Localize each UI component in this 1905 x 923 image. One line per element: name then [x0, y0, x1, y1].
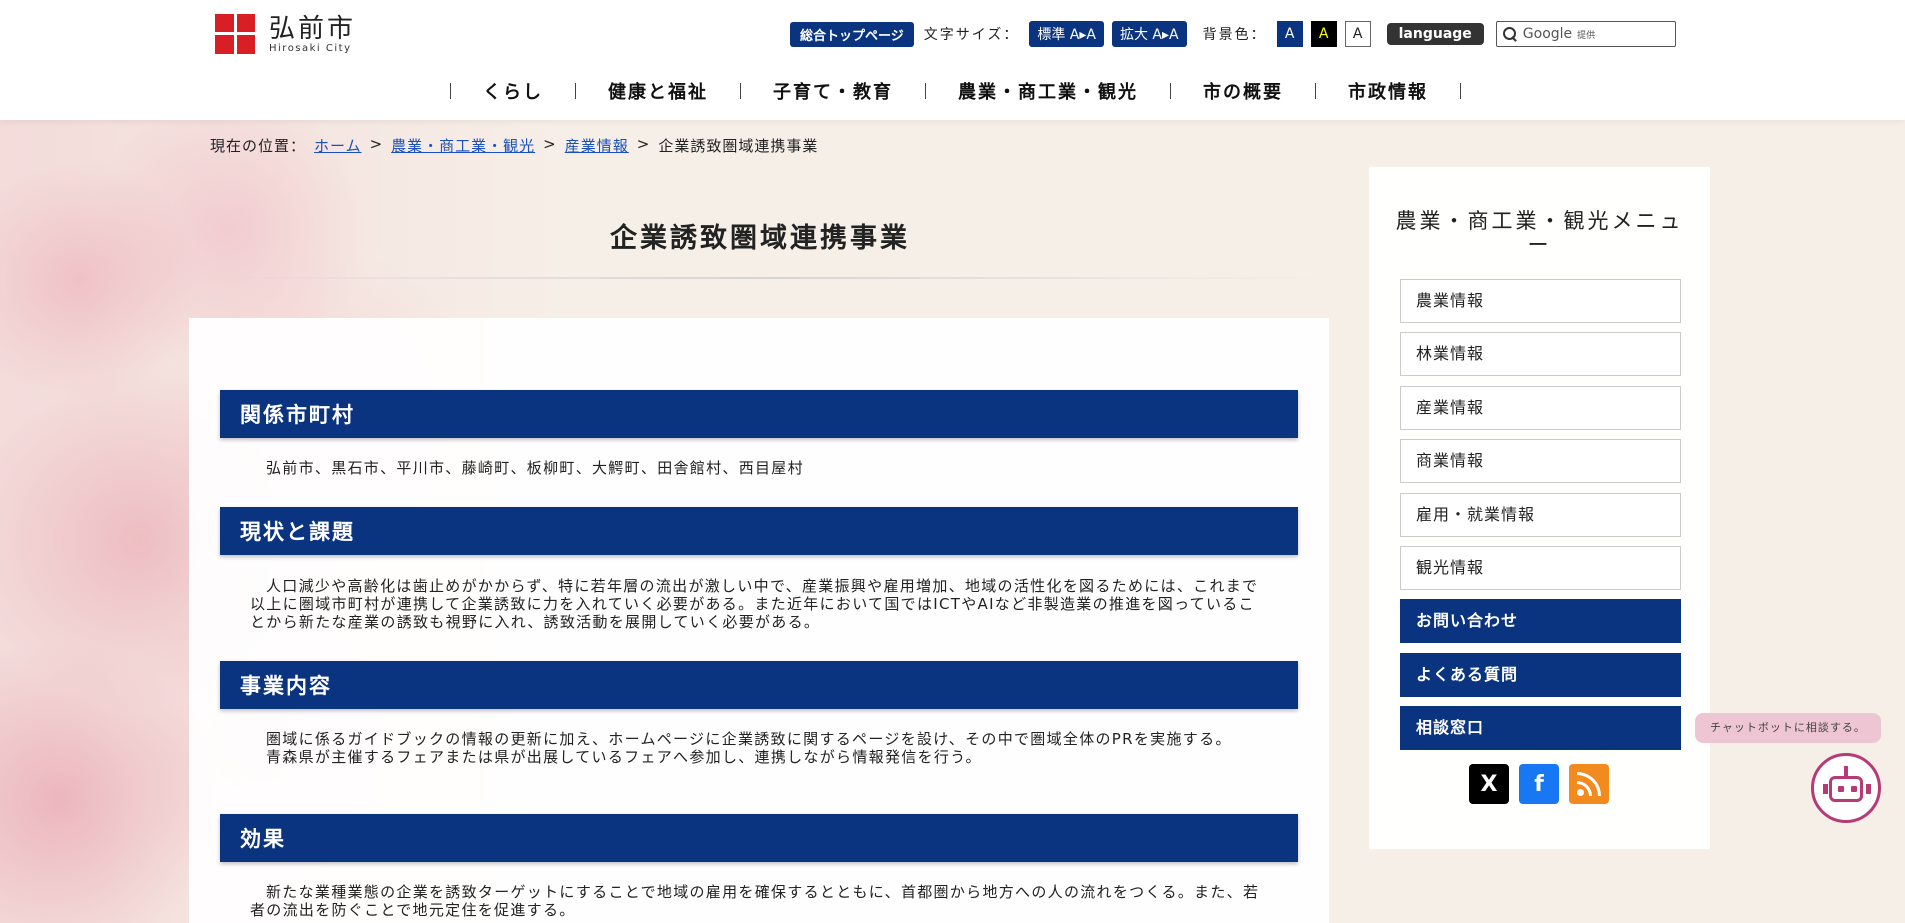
- search-input[interactable]: Google 提供: [1495, 21, 1676, 47]
- breadcrumb-industry-info[interactable]: 産業情報: [565, 135, 629, 156]
- sidebar-menu: 農業・商工業・観光メニュー 農業情報 林業情報 産業情報 商業情報 雇用・就業情…: [1369, 167, 1710, 849]
- sidebar-item-tourism[interactable]: 観光情報: [1400, 546, 1681, 590]
- sidebar-item-commerce[interactable]: 商業情報: [1400, 439, 1681, 483]
- gnav-item-kurashi[interactable]: くらし: [451, 78, 575, 104]
- font-size-label: 文字サイズ：: [923, 27, 1020, 43]
- site-logo[interactable]: 弘前市 Hirosaki City: [215, 14, 356, 54]
- gnav-item-administration[interactable]: 市政情報: [1316, 78, 1460, 104]
- section-text: 新たな業種業態の企業を誘致ターゲットにすることで地域の雇用を確保するとともに、首…: [250, 883, 1260, 919]
- bg-color-label: 背景色：: [1202, 27, 1267, 43]
- city-emblem-icon: [215, 14, 255, 54]
- facebook-icon[interactable]: f: [1519, 764, 1559, 804]
- breadcrumb-industry[interactable]: 農業・商工業・観光: [391, 135, 535, 156]
- title-divider: [190, 277, 1330, 279]
- section-heading: 事業内容: [220, 661, 1298, 709]
- language-button[interactable]: language: [1386, 23, 1484, 45]
- sidebar-item-contact[interactable]: お問い合わせ: [1400, 599, 1681, 643]
- site-header: 弘前市 Hirosaki City 総合トップページ 文字サイズ： 標準 A▸A…: [0, 0, 1905, 120]
- font-size-large-button[interactable]: 拡大 A▸A: [1111, 21, 1187, 47]
- chatbot-bubble[interactable]: チャットボットに相談する。: [1695, 713, 1881, 743]
- section-text: 人口減少や高齢化は歯止めがかからず、特に若年層の流出が激しい中で、産業振興や雇用…: [250, 577, 1259, 631]
- social-links: X f: [1469, 764, 1609, 804]
- section-text: 弘前市、黒石市、平川市、藤崎町、板柳町、大鰐町、田舎館村、西目屋村: [266, 459, 804, 477]
- top-page-button[interactable]: 総合トップページ: [790, 21, 914, 47]
- logo-name: 弘前市: [269, 13, 357, 44]
- x-icon[interactable]: X: [1469, 764, 1509, 804]
- logo-subtitle: Hirosaki City: [269, 42, 352, 54]
- search-icon: [1502, 27, 1517, 41]
- chatbot-robot-icon[interactable]: [1811, 753, 1881, 823]
- section-heading: 関係市町村: [220, 390, 1298, 438]
- sidebar-item-faq[interactable]: よくある質問: [1400, 653, 1681, 697]
- breadcrumb-label: 現在の位置：: [210, 137, 307, 155]
- sidebar-item-industry[interactable]: 産業情報: [1400, 386, 1681, 430]
- search-placeholder: Google: [1522, 26, 1573, 42]
- bg-black-button[interactable]: A: [1310, 21, 1337, 47]
- section-text: 圏域に係るガイドブックの情報の更新に加え、ホームページに企業誘致に関するページを…: [266, 730, 1232, 766]
- rss-icon[interactable]: [1569, 764, 1609, 804]
- utility-bar: 総合トップページ 文字サイズ： 標準 A▸A 拡大 A▸A 背景色： A A A…: [790, 21, 1676, 47]
- sidebar-item-employment[interactable]: 雇用・就業情報: [1400, 493, 1681, 537]
- sidebar-item-consultation[interactable]: 相談窓口: [1400, 706, 1681, 750]
- gnav-item-industry[interactable]: 農業・商工業・観光: [926, 78, 1170, 104]
- breadcrumb-current: 企業誘致圏域連携事業: [658, 137, 819, 155]
- font-size-standard-button[interactable]: 標準 A▸A: [1029, 21, 1104, 47]
- sidebar-title: 農業・商工業・観光メニュー: [1395, 209, 1684, 257]
- gnav-item-health[interactable]: 健康と福祉: [576, 78, 740, 104]
- sidebar-item-agriculture[interactable]: 農業情報: [1400, 279, 1681, 323]
- global-nav: くらし 健康と福祉 子育て・教育 農業・商工業・観光 市の概要 市政情報: [450, 78, 1461, 104]
- bg-white-button[interactable]: A: [1344, 21, 1371, 47]
- sidebar-item-forestry[interactable]: 林業情報: [1400, 332, 1681, 376]
- section-heading: 現状と課題: [220, 507, 1298, 555]
- breadcrumb-home[interactable]: ホーム: [314, 135, 362, 156]
- gnav-item-education[interactable]: 子育て・教育: [741, 78, 925, 104]
- page-title: 企業誘致圏域連携事業: [610, 223, 910, 254]
- breadcrumb: 現在の位置： ホーム > 農業・商工業・観光 > 産業情報 > 企業誘致圏域連携…: [210, 135, 819, 156]
- gnav-item-overview[interactable]: 市の概要: [1171, 78, 1315, 104]
- bg-blue-button[interactable]: A: [1276, 21, 1303, 47]
- section-heading: 効果: [220, 814, 1298, 862]
- search-provider-text: 提供: [1577, 30, 1596, 41]
